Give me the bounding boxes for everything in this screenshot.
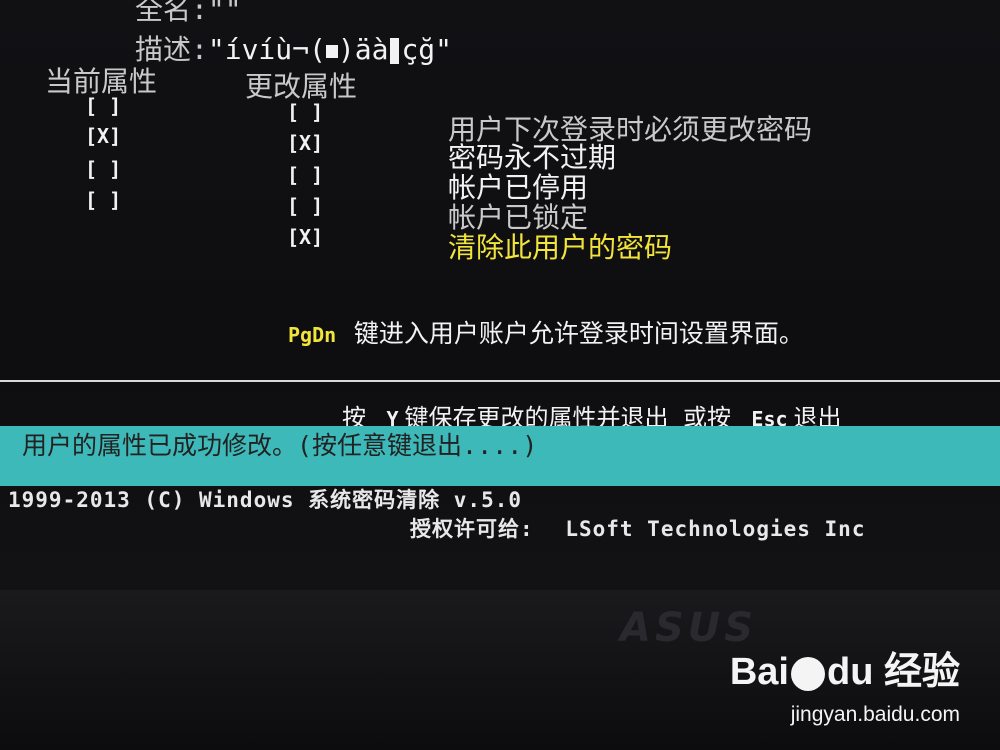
change-flag[interactable]: [X] (287, 225, 323, 249)
current-flag: [ ] (85, 94, 122, 118)
terminal-screen: 全名:"" 描述:"ívíù¬()äà çğ" 当前属性 更改属性 [ ] [X]… (0, 0, 1000, 590)
copyright: 1999-2013 (C) Windows 系统密码清除 v.5.0 (8, 488, 523, 512)
license-line: 授权许可给: LSoft Technologies Inc (410, 513, 865, 543)
pgdn-text: 键进入用户账户允许登录时间设置界面。 (353, 319, 804, 348)
paw-icon (790, 656, 825, 691)
description-line: 描述:"ívíù¬()äà çğ" (135, 28, 452, 68)
fullname-label: 全名:"" (135, 0, 242, 26)
option-clear-password[interactable]: 清除此用户的密码 (448, 226, 672, 266)
current-flag: [X] (85, 124, 122, 148)
license-holder: LSoft Technologies Inc (565, 517, 866, 541)
text-cursor (390, 38, 400, 64)
baidu-logo-text-b: du (826, 651, 874, 693)
change-flag[interactable]: [ ] (287, 100, 323, 124)
pgdn-hint: PgDn 键进入用户账户允许登录时间设置界面。 (288, 314, 804, 350)
baidu-logo-text-a: Bai (729, 651, 789, 693)
divider (0, 380, 1000, 382)
status-message: 用户的属性已成功修改。(按任意键退出....) (22, 431, 538, 460)
current-flag: [ ] (85, 188, 122, 212)
current-flag: [ ] (85, 157, 122, 181)
baidu-logo: Bai du 经验 (730, 640, 960, 695)
block-glyph (325, 44, 338, 58)
baidu-watermark: Bai du 经验 jingyan.baidu.com (730, 640, 960, 727)
pgdn-key: PgDn (288, 323, 337, 347)
description-value-pre: "ívíù¬( (207, 33, 326, 66)
change-flag[interactable]: [ ] (287, 194, 323, 218)
license-label: 授权许可给: (410, 517, 534, 541)
baidu-logo-text-c: 经验 (883, 651, 960, 693)
change-flag[interactable]: [X] (287, 131, 323, 155)
change-attr-header: 更改属性 (245, 70, 358, 103)
status-bar: 用户的属性已成功修改。(按任意键退出....) (0, 426, 1000, 486)
change-flag[interactable]: [ ] (287, 163, 323, 187)
watermark-url: jingyan.baidu.com (790, 703, 960, 726)
description-value-mid: )äà (337, 33, 389, 66)
description-value-post: çğ" (401, 33, 453, 66)
